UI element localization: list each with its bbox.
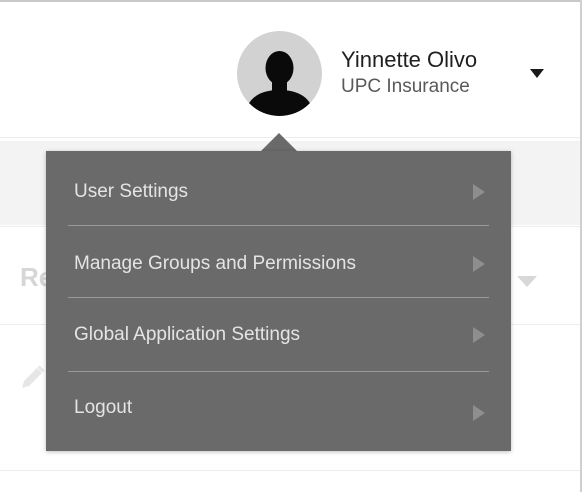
row-divider bbox=[0, 470, 580, 471]
menu-item-label: Logout bbox=[74, 397, 133, 418]
user-organization: UPC Insurance bbox=[341, 76, 470, 97]
background-caret-icon bbox=[517, 276, 537, 287]
chevron-right-icon bbox=[473, 256, 485, 272]
menu-item-logout[interactable]: Logout bbox=[46, 372, 511, 444]
app-header: Yinnette Olivo UPC Insurance bbox=[0, 2, 580, 138]
menu-divider bbox=[68, 297, 489, 298]
menu-item-label: Global Application Settings bbox=[74, 324, 301, 345]
menu-item-label: Manage Groups and Permissions bbox=[74, 253, 356, 274]
person-silhouette-icon bbox=[245, 51, 314, 116]
user-name[interactable]: Yinnette Olivo bbox=[341, 47, 477, 73]
pencil-icon bbox=[18, 362, 48, 397]
menu-item-manage-groups[interactable]: Manage Groups and Permissions bbox=[46, 228, 511, 300]
menu-divider bbox=[68, 225, 489, 226]
menu-item-global-settings[interactable]: Global Application Settings bbox=[46, 299, 511, 371]
chevron-right-icon bbox=[473, 327, 485, 343]
menu-item-label: User Settings bbox=[74, 181, 189, 202]
menu-pointer bbox=[261, 133, 297, 151]
user-dropdown-menu: User Settings Manage Groups and Permissi… bbox=[46, 151, 511, 451]
caret-down-icon[interactable] bbox=[530, 69, 544, 78]
chevron-right-icon bbox=[473, 184, 485, 200]
user-avatar[interactable] bbox=[237, 31, 322, 116]
chevron-right-icon bbox=[473, 405, 485, 422]
menu-item-user-settings[interactable]: User Settings bbox=[46, 156, 511, 228]
